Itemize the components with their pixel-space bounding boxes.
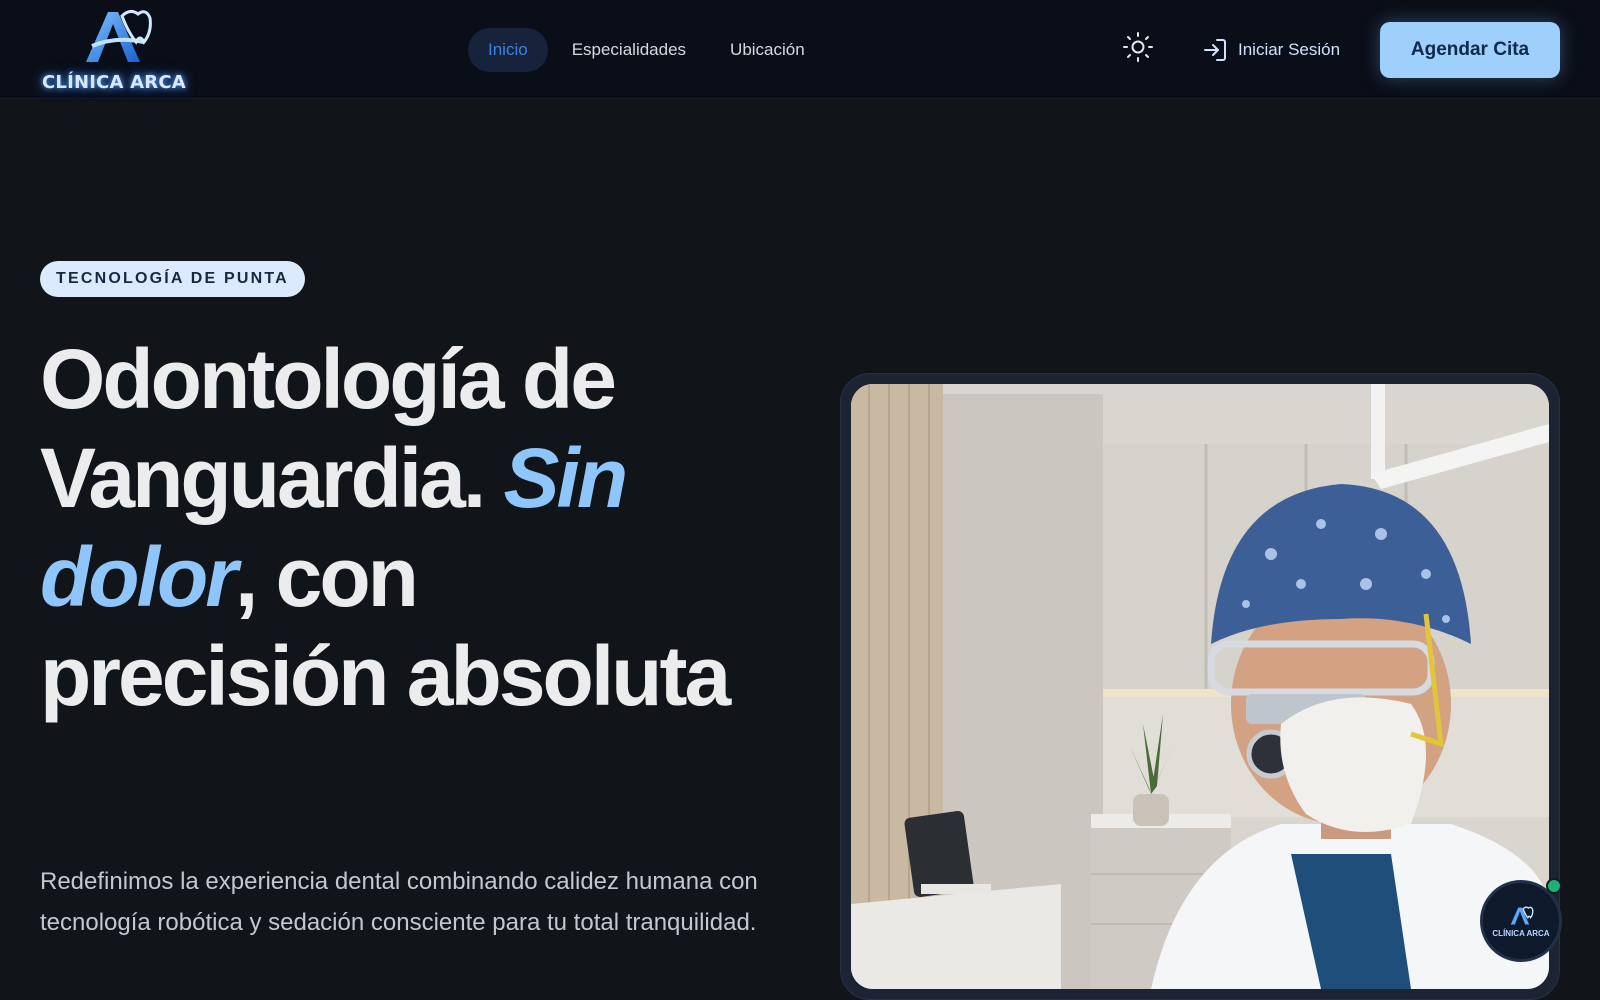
dentist-with-loupes-illustration [851,384,1549,989]
nav-item-inicio[interactable]: Inicio [468,28,548,72]
hero-headline: Odontología de Vanguardia. Sin dolor, co… [40,330,780,726]
hero-photo-card [840,373,1560,1000]
clinic-logo[interactable]: CLÍNICA ARCA [40,6,190,94]
arca-tooth-logo-icon [86,9,152,62]
login-link[interactable]: Iniciar Sesión [1202,36,1340,64]
sun-icon [1123,32,1153,62]
login-arrow-icon [1204,39,1226,61]
nav-item-especialidades[interactable]: Especialidades [552,28,706,72]
theme-toggle-button[interactable] [1122,31,1154,63]
online-status-indicator [1546,878,1562,894]
floating-badge-text: CLÍNICA ARCA [1492,928,1550,938]
login-label: Iniciar Sesión [1238,40,1341,59]
arca-tooth-logo-icon-small [1510,906,1534,925]
dentist-photo [851,384,1549,989]
nav-item-ubicacion[interactable]: Ubicación [710,28,825,72]
brand-name: CLÍNICA ARCA [42,72,186,93]
hero-badge: TECNOLOGÍA DE PUNTA [40,261,305,297]
book-appointment-button[interactable]: Agendar Cita [1380,22,1560,78]
main-nav: Inicio Especialidades Ubicación [468,28,829,72]
site-header: CLÍNICA ARCA Inicio Especialidades Ubica… [0,0,1600,99]
hero-description: Redefinimos la experiencia dental combin… [40,868,758,936]
